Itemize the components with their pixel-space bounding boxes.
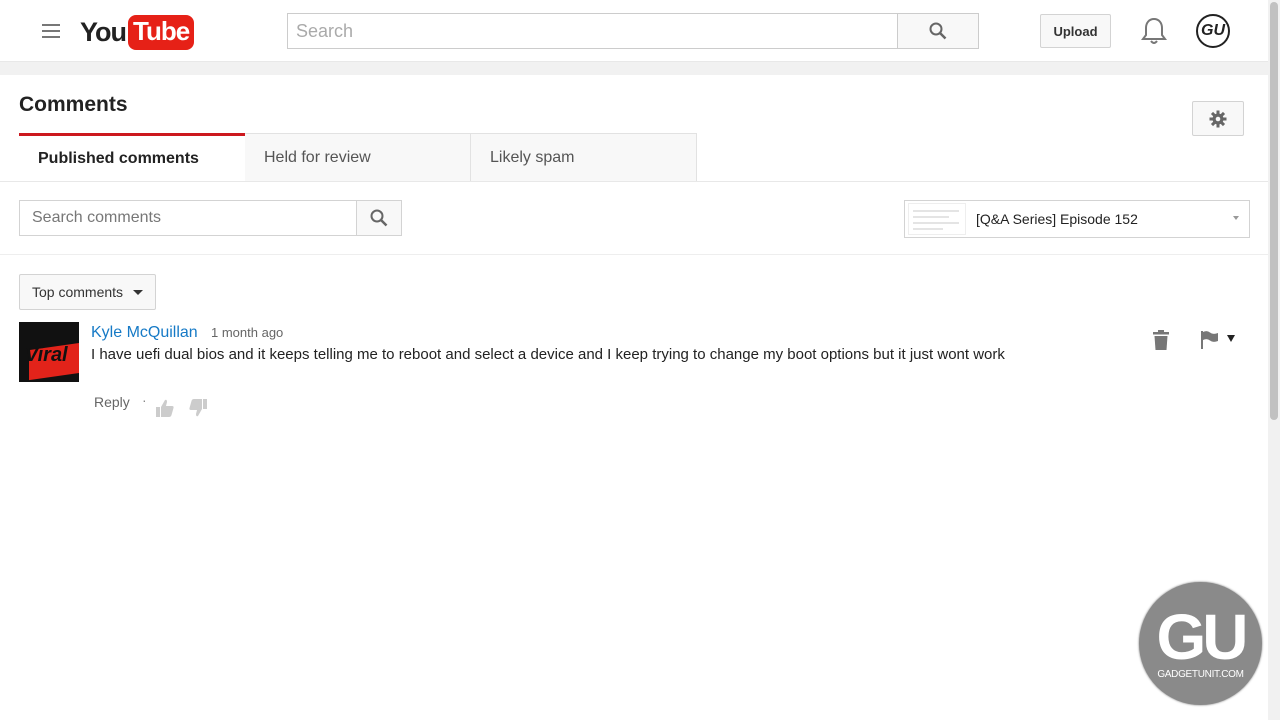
video-selector[interactable]: [Q&A Series] Episode 152 [904,200,1250,238]
watermark-site: GADGETUNIT.COM [1157,669,1244,680]
account-avatar[interactable]: GU [1196,14,1230,48]
logo-tube-text: Tube [128,14,195,50]
page-scrollbar[interactable] [1268,0,1280,720]
watermark-initials: GU [1156,601,1249,673]
caret-down-icon [133,289,144,295]
header-separator [0,62,1268,75]
menu-icon[interactable] [42,24,60,38]
upload-button[interactable]: Upload [1040,14,1111,48]
top-bar: You Tube Upload GU [0,0,1268,62]
tab-published-comments[interactable]: Published comments [19,133,245,182]
comment-text: I have uefi dual bios and it keeps telli… [91,346,1005,363]
thumbs-up-icon[interactable] [155,398,175,423]
tabs-divider [0,181,1268,182]
search-icon [370,209,388,227]
video-thumbnail [908,203,966,235]
scrollbar-thumb[interactable] [1270,2,1278,420]
search-input[interactable] [287,13,897,49]
logo-you-text: You [80,16,127,47]
settings-button[interactable] [1192,101,1244,136]
tab-held-for-review[interactable]: Held for review [245,133,471,182]
comment-time[interactable]: 1 month ago [211,325,283,340]
tab-likely-spam[interactable]: Likely spam [471,133,697,182]
comment-avatar[interactable]: Viral [19,322,79,382]
youtube-logo[interactable]: You Tube [80,14,195,50]
search-icon [929,22,947,40]
sort-label: Top comments [32,284,124,300]
comment-author[interactable]: Kyle McQuillan [91,324,198,342]
search-button[interactable] [897,13,979,49]
comment-tabs: Published comments Held for review Likel… [19,133,697,182]
video-title: [Q&A Series] Episode 152 [976,211,1138,227]
separator-dot: · [142,392,147,408]
flag-menu-caret-icon[interactable] [1227,335,1235,342]
gear-icon [1209,110,1227,127]
comment-search [19,200,402,236]
search-comments-button[interactable] [356,200,402,236]
flag-icon[interactable] [1200,330,1220,355]
thumbs-down-icon[interactable] [188,398,208,423]
filters-divider [0,254,1268,255]
trash-icon[interactable] [1152,330,1170,355]
page-title: Comments [19,93,128,116]
notifications-bell-icon[interactable] [1141,17,1167,50]
reply-button[interactable]: Reply [94,394,130,410]
avatar-text: Viral [25,344,68,366]
sort-dropdown[interactable]: Top comments [19,274,156,310]
gadgetunit-watermark-logo: GU GADGETUNIT.COM [1139,582,1262,705]
chevron-down-icon [1233,216,1239,220]
site-search [287,13,979,49]
search-comments-input[interactable] [19,200,356,236]
